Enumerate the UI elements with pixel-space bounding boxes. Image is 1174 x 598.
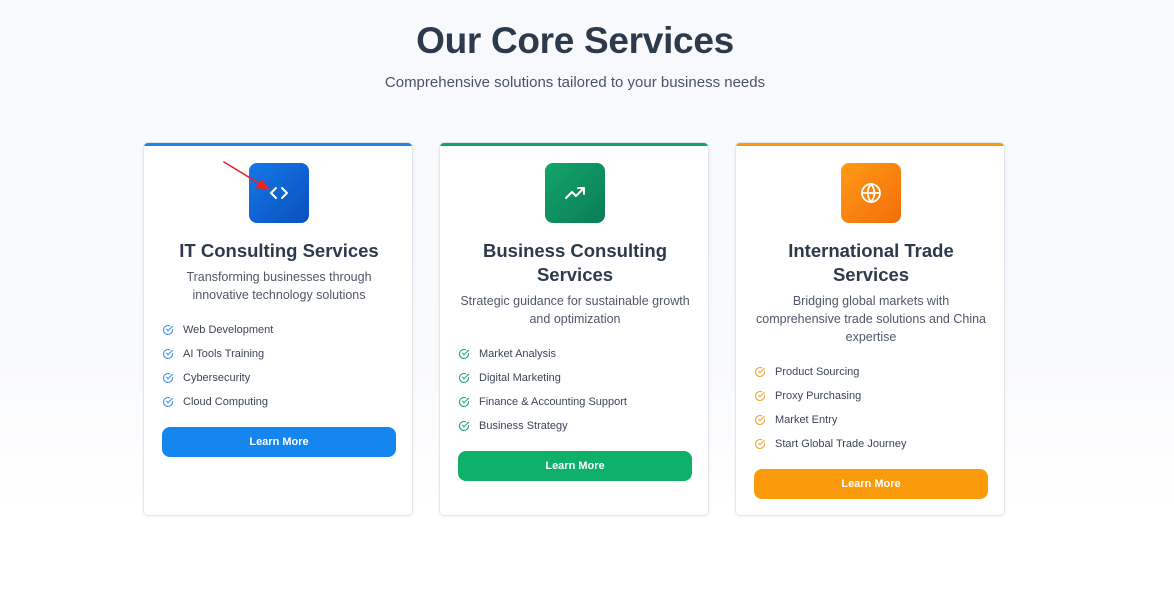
list-item: Proxy Purchasing: [754, 384, 994, 408]
card-accent-bar: [440, 143, 708, 146]
card-description: Bridging global markets with comprehensi…: [756, 294, 986, 344]
list-item: Start Global Trade Journey: [754, 432, 994, 456]
feature-label: Product Sourcing: [775, 366, 860, 378]
feature-label: Finance & Accounting Support: [479, 396, 627, 408]
card-title: IT Consulting Services: [179, 240, 379, 261]
list-item: Business Strategy: [458, 414, 698, 438]
learn-more-button[interactable]: Learn More: [754, 469, 988, 499]
feature-label: AI Tools Training: [183, 348, 265, 360]
list-item: Web Development: [162, 318, 402, 342]
feature-list: Web Development AI Tools Training Cybers…: [162, 318, 402, 414]
card-icon-badge: [249, 163, 309, 223]
check-circle-icon: [163, 348, 174, 359]
card-description: Transforming businesses through innovati…: [186, 270, 372, 302]
check-circle-icon: [163, 372, 174, 383]
check-circle-icon: [459, 420, 470, 431]
feature-label: Start Global Trade Journey: [775, 438, 907, 450]
globe-icon: [861, 183, 881, 203]
feature-label: Business Strategy: [479, 420, 568, 432]
feature-label: Market Entry: [775, 414, 838, 426]
card-accent-bar: [144, 143, 412, 146]
list-item: AI Tools Training: [162, 342, 402, 366]
card-description: Strategic guidance for sustainable growt…: [460, 294, 690, 326]
check-circle-icon: [755, 390, 766, 401]
list-item: Digital Marketing: [458, 366, 698, 390]
list-item: Finance & Accounting Support: [458, 390, 698, 414]
card-icon-badge: [841, 163, 901, 223]
feature-list: Product Sourcing Proxy Purchasing Market…: [754, 360, 994, 456]
check-circle-icon: [459, 396, 470, 407]
list-item: Market Entry: [754, 408, 994, 432]
feature-label: Cloud Computing: [183, 396, 268, 408]
feature-label: Market Analysis: [479, 348, 557, 360]
check-circle-icon: [459, 372, 470, 383]
feature-label: Cybersecurity: [183, 372, 251, 384]
card-accent-bar: [736, 143, 1004, 146]
service-card-it-consulting: IT Consulting Services Transforming busi…: [143, 142, 413, 516]
card-title: Business Consulting Services: [483, 240, 667, 285]
list-item: Market Analysis: [458, 342, 698, 366]
check-circle-icon: [163, 396, 174, 407]
check-circle-icon: [459, 348, 470, 359]
learn-more-button[interactable]: Learn More: [162, 427, 396, 457]
section-title: Our Core Services: [416, 20, 734, 61]
trending-up-icon: [565, 187, 585, 199]
card-title: International Trade Services: [788, 240, 954, 285]
list-item: Cybersecurity: [162, 366, 402, 390]
check-circle-icon: [755, 414, 766, 425]
check-circle-icon: [163, 324, 174, 335]
service-card-business-consulting: Business Consulting Services Strategic g…: [439, 142, 709, 516]
section-subtitle: Comprehensive solutions tailored to your…: [384, 74, 766, 91]
code-icon: [270, 187, 288, 199]
check-circle-icon: [755, 366, 766, 377]
card-icon-badge: [545, 163, 605, 223]
feature-list: Market Analysis Digital Marketing Financ…: [458, 342, 698, 438]
feature-label: Proxy Purchasing: [775, 390, 862, 402]
check-circle-icon: [755, 438, 766, 449]
list-item: Product Sourcing: [754, 360, 994, 384]
feature-label: Digital Marketing: [479, 372, 561, 384]
learn-more-button[interactable]: Learn More: [458, 451, 692, 481]
feature-label: Web Development: [183, 324, 274, 336]
service-card-international-trade: International Trade Services Bridging gl…: [735, 142, 1005, 516]
list-item: Cloud Computing: [162, 390, 402, 414]
